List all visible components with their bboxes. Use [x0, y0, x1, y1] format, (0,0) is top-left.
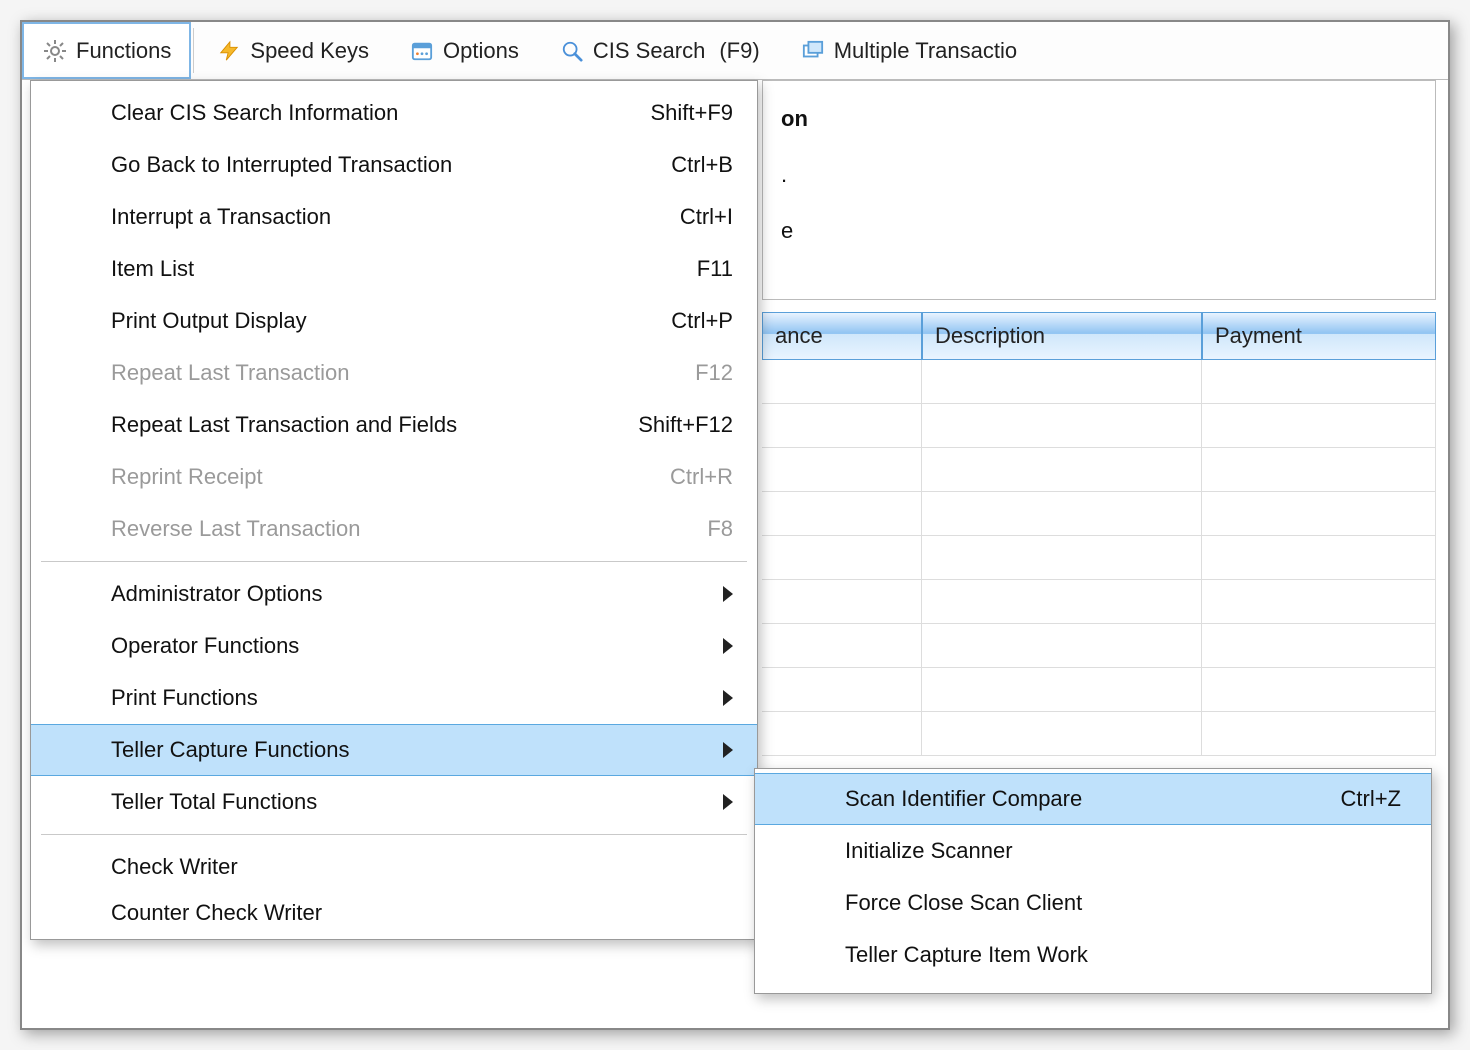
app-window: Functions Speed Keys Options CIS Search … — [20, 20, 1450, 1030]
menu-item-label: Teller Capture Item Work — [845, 942, 1401, 968]
menu-item-label: Interrupt a Transaction — [111, 204, 660, 230]
table-row[interactable] — [762, 360, 1436, 404]
info-line-2: . — [781, 147, 1417, 203]
menu-check-writer[interactable]: Check Writer — [31, 841, 757, 893]
submenu-scan-identifier-compare[interactable]: Scan Identifier Compare Ctrl+Z — [755, 773, 1431, 825]
menu-item-label: Print Functions — [111, 685, 703, 711]
menu-reprint-receipt: Reprint Receipt Ctrl+R — [31, 451, 757, 503]
toolbar-functions-label: Functions — [76, 38, 171, 64]
table-row[interactable] — [762, 712, 1436, 756]
menu-item-shortcut: F12 — [695, 360, 733, 386]
chevron-right-icon — [723, 794, 733, 810]
menu-item-label: Item List — [111, 256, 677, 282]
toolbar-multiple-transaction[interactable]: Multiple Transactio — [780, 22, 1037, 79]
grid-header-description[interactable]: Description — [922, 312, 1202, 360]
menu-repeat-last-transaction-fields[interactable]: Repeat Last Transaction and Fields Shift… — [31, 399, 757, 451]
menu-item-shortcut: Ctrl+R — [670, 464, 733, 490]
table-row[interactable] — [762, 536, 1436, 580]
menu-item-list[interactable]: Item List F11 — [31, 243, 757, 295]
grid-header-payment[interactable]: Payment — [1202, 312, 1436, 360]
menu-item-label: Initialize Scanner — [845, 838, 1401, 864]
info-line-3: e — [781, 203, 1417, 259]
menu-item-label: Check Writer — [111, 854, 733, 880]
menu-item-label: Force Close Scan Client — [845, 890, 1401, 916]
menu-item-shortcut: Shift+F9 — [650, 100, 733, 126]
submenu-force-close-scan-client[interactable]: Force Close Scan Client — [755, 877, 1431, 929]
gear-icon — [42, 38, 68, 64]
info-line-1: on — [781, 91, 1417, 147]
menu-item-label: Reverse Last Transaction — [111, 516, 687, 542]
menu-print-output-display[interactable]: Print Output Display Ctrl+P — [31, 295, 757, 347]
menu-item-label: Go Back to Interrupted Transaction — [111, 152, 651, 178]
toolbar-cis-search[interactable]: CIS Search (F9) — [539, 22, 780, 79]
menu-item-label: Teller Total Functions — [111, 789, 703, 815]
chevron-right-icon — [723, 742, 733, 758]
menu-item-label: Counter Check Writer — [111, 900, 733, 926]
menu-item-shortcut: Ctrl+I — [680, 204, 733, 230]
grid-body — [762, 360, 1436, 756]
menu-teller-capture-functions[interactable]: Teller Capture Functions — [31, 724, 757, 776]
menu-item-label: Teller Capture Functions — [111, 737, 703, 763]
menu-go-back-interrupted[interactable]: Go Back to Interrupted Transaction Ctrl+… — [31, 139, 757, 191]
menu-item-label: Scan Identifier Compare — [845, 786, 1321, 812]
menu-teller-total-functions[interactable]: Teller Total Functions — [31, 776, 757, 828]
toolbar-cis-search-label: CIS Search — [593, 38, 706, 64]
submenu-initialize-scanner[interactable]: Initialize Scanner — [755, 825, 1431, 877]
search-icon — [559, 38, 585, 64]
menu-item-label: Clear CIS Search Information — [111, 100, 630, 126]
menu-item-label: Operator Functions — [111, 633, 703, 659]
data-grid: ance Description Payment — [762, 312, 1436, 756]
table-row[interactable] — [762, 624, 1436, 668]
toolbar-speed-keys-label: Speed Keys — [250, 38, 369, 64]
menu-item-shortcut: F11 — [697, 256, 733, 282]
info-panel: on . e — [762, 80, 1436, 300]
menu-item-label: Repeat Last Transaction and Fields — [111, 412, 618, 438]
windows-icon — [800, 38, 826, 64]
table-row[interactable] — [762, 668, 1436, 712]
menu-interrupt-transaction[interactable]: Interrupt a Transaction Ctrl+I — [31, 191, 757, 243]
menu-item-shortcut: Ctrl+Z — [1341, 786, 1402, 812]
menu-operator-functions[interactable]: Operator Functions — [31, 620, 757, 672]
menu-item-label: Reprint Receipt — [111, 464, 650, 490]
menu-administrator-options[interactable]: Administrator Options — [31, 568, 757, 620]
grid-header-row: ance Description Payment — [762, 312, 1436, 360]
menu-repeat-last-transaction: Repeat Last Transaction F12 — [31, 347, 757, 399]
toolbar-functions[interactable]: Functions — [22, 22, 191, 79]
menu-item-label: Administrator Options — [111, 581, 703, 607]
teller-capture-submenu: Scan Identifier Compare Ctrl+Z Initializ… — [754, 768, 1432, 994]
menu-item-shortcut: Ctrl+B — [671, 152, 733, 178]
chevron-right-icon — [723, 638, 733, 654]
menu-counter-check-writer[interactable]: Counter Check Writer — [31, 893, 757, 933]
grid-header-balance[interactable]: ance — [762, 312, 922, 360]
toolbar-cis-search-shortcut: (F9) — [719, 38, 759, 64]
chevron-right-icon — [723, 586, 733, 602]
toolbar-separator — [193, 28, 194, 73]
menu-item-label: Repeat Last Transaction — [111, 360, 675, 386]
menu-separator — [41, 561, 747, 562]
bolt-icon — [216, 38, 242, 64]
calendar-icon — [409, 38, 435, 64]
toolbar-options-label: Options — [443, 38, 519, 64]
submenu-teller-capture-item-work[interactable]: Teller Capture Item Work — [755, 929, 1431, 981]
table-row[interactable] — [762, 448, 1436, 492]
table-row[interactable] — [762, 580, 1436, 624]
toolbar-options[interactable]: Options — [389, 22, 539, 79]
menu-separator — [41, 834, 747, 835]
chevron-right-icon — [723, 690, 733, 706]
menu-reverse-last-transaction: Reverse Last Transaction F8 — [31, 503, 757, 555]
table-row[interactable] — [762, 492, 1436, 536]
menu-item-shortcut: Shift+F12 — [638, 412, 733, 438]
menu-item-shortcut: F8 — [707, 516, 733, 542]
toolbar-speed-keys[interactable]: Speed Keys — [196, 22, 389, 79]
menu-clear-cis-search[interactable]: Clear CIS Search Information Shift+F9 — [31, 87, 757, 139]
toolbar-multiple-transaction-label: Multiple Transactio — [834, 38, 1017, 64]
main-toolbar: Functions Speed Keys Options CIS Search … — [22, 22, 1448, 80]
menu-item-shortcut: Ctrl+P — [671, 308, 733, 334]
menu-print-functions[interactable]: Print Functions — [31, 672, 757, 724]
functions-menu: Clear CIS Search Information Shift+F9 Go… — [30, 80, 758, 940]
table-row[interactable] — [762, 404, 1436, 448]
menu-item-label: Print Output Display — [111, 308, 651, 334]
